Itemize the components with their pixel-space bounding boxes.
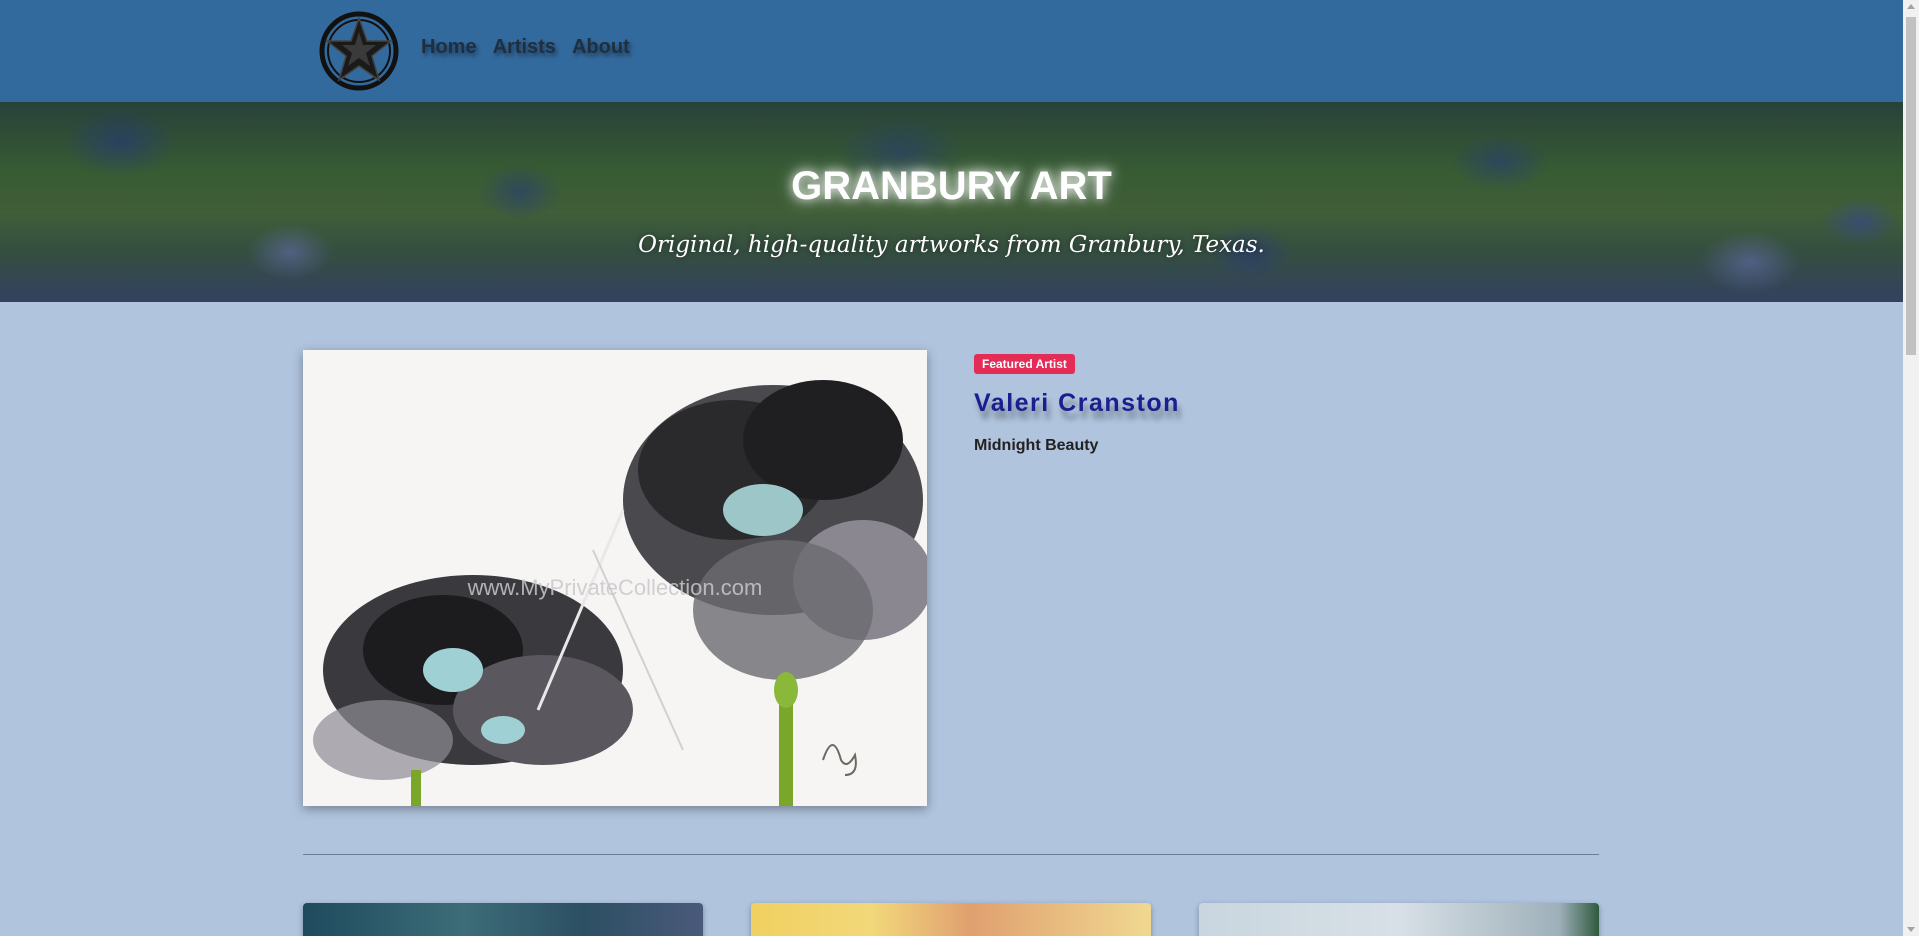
main-nav: Home Artists About [421,36,630,59]
artwork-card[interactable] [751,903,1151,936]
hero-title: GRANBURY ART [791,164,1112,208]
featured-artwork-image[interactable]: www.MyPrivateCollection.com [303,350,927,806]
navbar: Home Artists About [0,0,1903,102]
artwork-title: Midnight Beauty [974,437,1099,454]
scroll-up-arrow-icon[interactable] [1907,4,1915,9]
artist-name-link[interactable]: Valeri Cranston [974,389,1180,418]
nav-artists-link[interactable]: Artists [493,36,556,59]
hero-subtitle: Original, high-quality artworks from Gra… [638,232,1265,258]
page-scrollbar[interactable] [1903,0,1919,936]
featured-artist-badge: Featured Artist [974,354,1075,374]
hero-banner: GRANBURY ART Original, high-quality artw… [0,102,1903,302]
scrollbar-thumb[interactable] [1906,17,1916,355]
artwork-card[interactable] [1199,903,1599,936]
scroll-down-arrow-icon[interactable] [1907,927,1915,932]
nav-home-link[interactable]: Home [421,36,477,59]
texas-star-icon[interactable] [318,10,400,92]
nav-about-link[interactable]: About [572,36,630,59]
artwork-card[interactable] [303,903,703,936]
image-watermark: www.MyPrivateCollection.com [467,575,763,600]
section-divider [303,854,1599,855]
